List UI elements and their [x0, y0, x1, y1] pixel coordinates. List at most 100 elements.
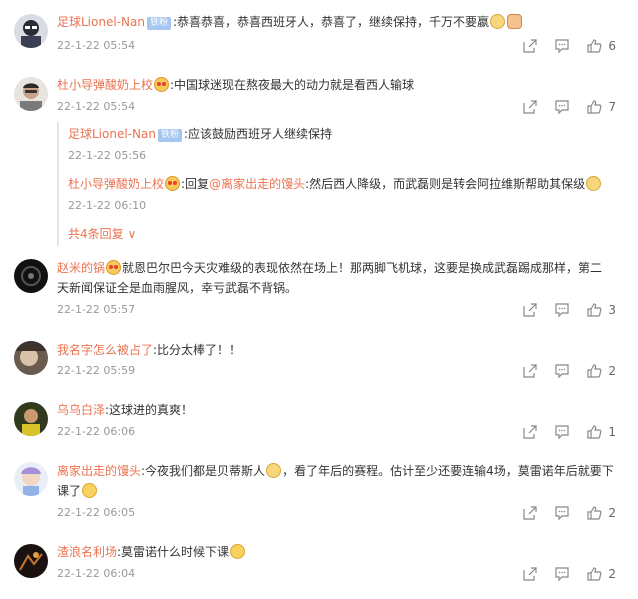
avatar[interactable] — [14, 341, 48, 375]
more-replies-link[interactable]: 共4条回复 ∨ — [68, 225, 136, 242]
share-button[interactable] — [522, 38, 538, 54]
timestamp: 22-1-22 06:10 — [68, 199, 147, 212]
comment-text: 足球Lionel-Nan 铁粉:恭喜恭喜，恭喜西班牙人，恭喜了，继续保持，千万不要… — [57, 12, 620, 32]
comment-body: :莫雷诺什么时候下课 — [117, 545, 230, 559]
comment-body: :比分太棒了！！ — [153, 343, 242, 357]
username-link[interactable]: 离家出走的馒头 — [57, 464, 141, 478]
like-count: 6 — [608, 39, 616, 53]
like-count: 1 — [608, 425, 616, 439]
comment-button[interactable] — [554, 505, 570, 521]
timestamp: 22-1-22 05:57 — [57, 303, 136, 316]
username-link[interactable]: 渣浪名利场 — [57, 545, 117, 559]
reply-prefix: :回复 — [181, 177, 210, 191]
like-button[interactable]: 2 — [586, 566, 616, 582]
comment-icon — [555, 39, 569, 54]
comment-text: 赵米的锅 就恩巴尔巴今天灾难级的表现依然在场上！那两脚飞机球，这要是换成武磊踢成那… — [57, 258, 620, 298]
like-count: 2 — [608, 364, 616, 378]
avatar[interactable] — [14, 259, 48, 293]
thumbs-up-icon — [587, 39, 602, 53]
comment-actions: 2 — [506, 363, 616, 379]
comment-body-end: 课了 — [57, 484, 82, 498]
comment-actions: 3 — [506, 302, 616, 318]
comment-actions: 2 — [506, 566, 616, 582]
share-icon — [523, 364, 537, 378]
thumbs-up-icon — [587, 303, 602, 317]
share-button[interactable] — [522, 566, 538, 582]
comment-actions: 1 — [506, 424, 616, 440]
timestamp: 22-1-22 05:54 — [57, 100, 136, 113]
timestamp: 22-1-22 05:59 — [57, 364, 136, 377]
comment-actions: 7 — [506, 99, 616, 115]
cat-emoji-icon — [586, 176, 602, 191]
timestamp: 22-1-22 05:56 — [68, 149, 147, 162]
share-icon — [523, 303, 537, 317]
comment-button[interactable] — [554, 302, 570, 318]
comment-icon — [555, 303, 569, 318]
comment-text: 杜小导弹酸奶上校:中国球迷现在熬夜最大的动力就是看西人输球 — [57, 75, 620, 95]
comment-text: 乌乌白泽:这球进的真爽！ — [57, 400, 620, 420]
comment-icon — [555, 425, 569, 440]
comment-actions: 2 — [506, 505, 616, 521]
like-button[interactable]: 7 — [586, 99, 616, 115]
comment-text: 离家出走的馒头:今夜我们都是贝蒂斯人 ，看了年后的赛程。估计至少还要连输4场，莫雷… — [57, 461, 620, 501]
comment-actions: 6 — [506, 38, 616, 54]
comment-body: 就恩巴尔巴今天灾难级的表现依然在场上！那两脚飞机球，这要是换成武磊踢成那样，第二 — [122, 261, 603, 275]
like-button[interactable]: 3 — [586, 302, 616, 318]
chevron-down-icon: ∨ — [123, 227, 137, 241]
share-icon — [523, 100, 537, 114]
mention-link[interactable]: @离家出走的馒头 — [209, 177, 305, 191]
username-link[interactable]: 足球Lionel-Nan — [57, 15, 145, 29]
thumbs-up-icon — [587, 506, 602, 520]
like-button[interactable]: 1 — [586, 424, 616, 440]
share-icon — [523, 425, 537, 439]
heart-eyes-emoji-icon — [165, 176, 181, 191]
fist-emoji-icon — [507, 14, 523, 29]
comment-body: :今夜我们都是贝蒂斯人 — [141, 464, 266, 478]
share-button[interactable] — [522, 363, 538, 379]
share-button[interactable] — [522, 302, 538, 318]
username-link[interactable]: 杜小导弹酸奶上校 — [68, 177, 164, 191]
comment-body: :恭喜恭喜，恭喜西班牙人，恭喜了，继续保持，千万不要嬴 — [172, 15, 490, 29]
comment-button[interactable] — [554, 363, 570, 379]
comment-button[interactable] — [554, 99, 570, 115]
username-link[interactable]: 杜小导弹酸奶上校 — [57, 78, 153, 92]
username-link[interactable]: 赵米的锅 — [57, 261, 105, 275]
share-icon — [523, 39, 537, 53]
comment-icon — [555, 506, 569, 521]
like-count: 3 — [608, 303, 616, 317]
shocked-emoji-icon — [82, 483, 98, 498]
fan-badge: 铁粉 — [157, 129, 182, 142]
timestamp: 22-1-22 06:05 — [57, 506, 136, 519]
comment-icon — [555, 567, 569, 582]
avatar[interactable] — [14, 544, 48, 578]
comment-button[interactable] — [554, 424, 570, 440]
share-button[interactable] — [522, 505, 538, 521]
username-link[interactable]: 乌乌白泽 — [57, 403, 105, 417]
avatar[interactable] — [14, 402, 48, 436]
like-button[interactable]: 2 — [586, 505, 616, 521]
share-button[interactable] — [522, 424, 538, 440]
smile-emoji-icon — [230, 544, 246, 559]
share-icon — [523, 567, 537, 581]
share-icon — [523, 506, 537, 520]
reply-body: :应该鼓励西班牙人继续保持 — [183, 127, 333, 141]
avatar[interactable] — [14, 462, 48, 496]
username-link[interactable]: 足球Lionel-Nan — [68, 127, 156, 141]
cat-emoji-icon — [490, 14, 506, 29]
timestamp: 22-1-22 06:04 — [57, 567, 136, 580]
comment-button[interactable] — [554, 38, 570, 54]
like-button[interactable]: 2 — [586, 363, 616, 379]
avatar[interactable] — [14, 77, 48, 111]
comment-button[interactable] — [554, 566, 570, 582]
reply-body: :然后西人降级，而武磊则是转会阿拉维斯帮助其保级 — [305, 177, 586, 191]
share-button[interactable] — [522, 99, 538, 115]
reply-text: 杜小导弹酸奶上校 :回复@离家出走的馒头:然后西人降级，而武磊则是转会阿拉维斯帮助… — [68, 174, 602, 194]
thumbs-up-icon — [587, 425, 602, 439]
like-count: 2 — [608, 567, 616, 581]
comment-icon — [555, 100, 569, 115]
avatar[interactable] — [14, 14, 48, 48]
like-button[interactable]: 6 — [586, 38, 616, 54]
comment-icon — [555, 364, 569, 379]
reply-thread: 足球Lionel-Nan 铁粉:应该鼓励西班牙人继续保持 22-1-22 05:5… — [57, 122, 620, 246]
username-link[interactable]: 我名字怎么被占了 — [57, 343, 153, 357]
